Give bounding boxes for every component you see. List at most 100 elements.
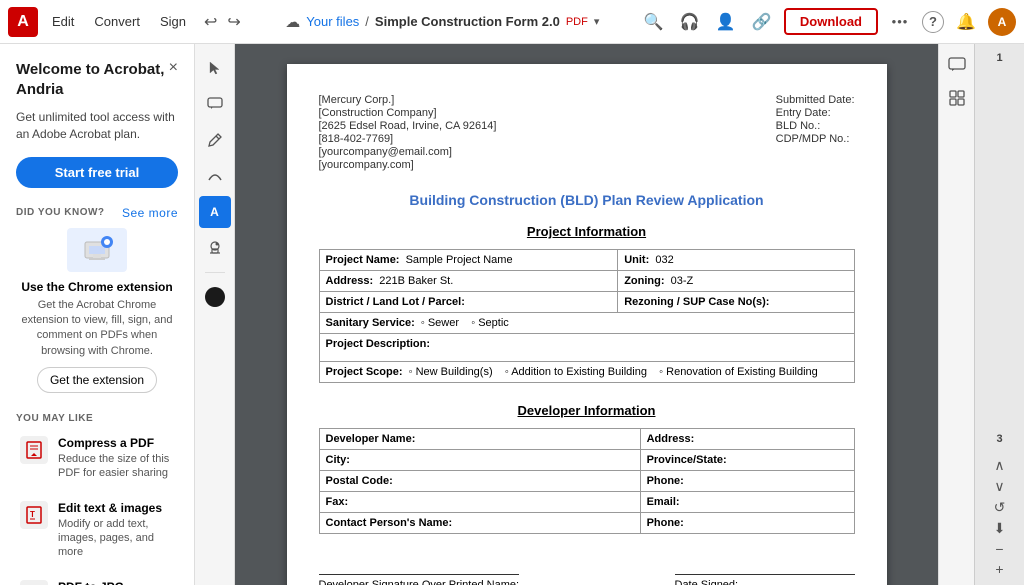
right-comment-button[interactable] bbox=[943, 52, 971, 80]
chrome-ext-image bbox=[67, 228, 127, 272]
tool-edit-text[interactable]: T Edit text & images Modify or add text,… bbox=[16, 497, 178, 564]
filetype-badge: PDF bbox=[566, 16, 588, 28]
panel-close-button[interactable]: × bbox=[169, 60, 178, 76]
see-more-link[interactable]: See more bbox=[122, 206, 178, 220]
refresh-button[interactable]: ↺ bbox=[994, 499, 1006, 516]
tool-compress[interactable]: Compress a PDF Reduce the size of this P… bbox=[16, 432, 178, 485]
undo-redo-group: ↩ ↪ bbox=[200, 10, 245, 34]
project-section-title: Project Information bbox=[319, 224, 855, 239]
download-button[interactable]: Download bbox=[784, 8, 878, 35]
link-button[interactable]: 🔗 bbox=[748, 8, 776, 36]
comment-tool-button[interactable] bbox=[199, 88, 231, 120]
submission-info: Submitted Date: Entry Date: BLD No.: CDP… bbox=[776, 94, 855, 172]
welcome-panel: Welcome to Acrobat, Andria × Get unlimit… bbox=[0, 44, 195, 585]
table-row: Project Description: bbox=[319, 334, 854, 362]
pdf-header: [Mercury Corp.] [Construction Company] [… bbox=[319, 94, 855, 172]
table-row: City: Province/State: bbox=[319, 450, 854, 471]
edit-text-icon: T bbox=[20, 501, 48, 529]
file-breadcrumb: ☁ Your files / Simple Construction Form … bbox=[285, 13, 599, 31]
table-row: Postal Code: Phone: bbox=[319, 471, 854, 492]
avatar[interactable]: A bbox=[988, 8, 1016, 36]
company-line-1: [Mercury Corp.] bbox=[319, 94, 497, 106]
right-icon-panel bbox=[938, 44, 974, 585]
fill-sign-tool-button[interactable]: A bbox=[199, 196, 231, 228]
undo-button[interactable]: ↩ bbox=[200, 10, 221, 34]
table-row: Fax: Email: bbox=[319, 492, 854, 513]
table-row: Project Scope: ◦ New Building(s) ◦ Addit… bbox=[319, 362, 854, 383]
edit-desc: Modify or add text, images, pages, and m… bbox=[58, 517, 174, 560]
menu-sign[interactable]: Sign bbox=[152, 10, 194, 33]
main-area: Welcome to Acrobat, Andria × Get unlimit… bbox=[0, 44, 1024, 585]
pen-tool-button[interactable] bbox=[199, 124, 231, 156]
compress-icon bbox=[20, 436, 48, 464]
your-files-link[interactable]: Your files bbox=[306, 14, 359, 29]
page-3-number[interactable]: 3 bbox=[996, 433, 1002, 445]
svg-text:T: T bbox=[30, 510, 35, 519]
menu-bar: Edit Convert Sign bbox=[44, 10, 194, 33]
company-line-4: [818-402-7769] bbox=[319, 133, 497, 145]
zoom-in-button[interactable]: + bbox=[995, 561, 1003, 577]
tool-icons-bar: A bbox=[195, 44, 235, 585]
pdfjpg-name: PDF to JPG bbox=[58, 580, 174, 585]
notification-button[interactable]: 🔔 bbox=[952, 8, 980, 36]
pdf-jpg-icon bbox=[20, 580, 48, 585]
menu-edit[interactable]: Edit bbox=[44, 10, 82, 33]
pdf-viewer[interactable]: [Mercury Corp.] [Construction Company] [… bbox=[235, 44, 938, 585]
did-you-know-header: DID YOU KNOW? See more bbox=[16, 206, 178, 220]
chrome-extension-box: Use the Chrome extension Get the Acrobat… bbox=[16, 228, 178, 394]
developer-table: Developer Name: Address: City: Province/… bbox=[319, 428, 855, 534]
you-may-like-header: YOU MAY LIKE bbox=[16, 413, 178, 424]
scroll-down-button[interactable]: ∨ bbox=[994, 478, 1004, 495]
chrome-ext-description: Get the Acrobat Chrome extension to view… bbox=[16, 298, 178, 360]
panel-header: Welcome to Acrobat, Andria × bbox=[16, 60, 178, 99]
headphone-button[interactable]: 🎧 bbox=[676, 8, 704, 36]
submitted-date: Submitted Date: bbox=[776, 94, 855, 106]
chrome-ext-title: Use the Chrome extension bbox=[16, 280, 178, 294]
get-extension-button[interactable]: Get the extension bbox=[37, 367, 157, 393]
company-line-6: [yourcompany.com] bbox=[319, 159, 497, 171]
table-row: Sanitary Service: ◦ Sewer ◦ Septic bbox=[319, 313, 854, 334]
search-button[interactable]: 🔍 bbox=[640, 8, 668, 36]
pdf-page: [Mercury Corp.] [Construction Company] [… bbox=[287, 64, 887, 585]
zoom-out-button[interactable]: − bbox=[995, 541, 1003, 557]
save-button[interactable]: ⬇ bbox=[994, 520, 1006, 537]
entry-date: Entry Date: bbox=[776, 107, 855, 119]
menu-convert[interactable]: Convert bbox=[86, 10, 148, 33]
table-row: Contact Person's Name: Phone: bbox=[319, 513, 854, 534]
help-button[interactable]: ? bbox=[922, 11, 944, 33]
developer-section-title: Developer Information bbox=[319, 403, 855, 418]
company-line-3: [2625 Edsel Road, Irvine, CA 92614] bbox=[319, 120, 497, 132]
redo-button[interactable]: ↪ bbox=[223, 10, 244, 34]
panel-title: Welcome to Acrobat, Andria bbox=[16, 60, 178, 99]
toolbar-separator bbox=[205, 272, 225, 273]
more-button[interactable]: ••• bbox=[886, 8, 914, 36]
curve-tool-button[interactable] bbox=[199, 160, 231, 192]
breadcrumb-sep: / bbox=[365, 14, 369, 29]
tool-pdf-jpg[interactable]: PDF to JPG Convert this PDF to JPG or ot… bbox=[16, 576, 178, 585]
project-table: Project Name: Sample Project Name Unit: … bbox=[319, 249, 855, 383]
developer-signature: Developer Signature Over Printed Name: bbox=[319, 554, 520, 585]
right-grid-button[interactable] bbox=[943, 84, 971, 112]
signature-line: Developer Signature Over Printed Name: bbox=[319, 574, 520, 585]
edit-name: Edit text & images bbox=[58, 501, 174, 515]
filetype-dropdown-icon[interactable]: ▾ bbox=[594, 15, 600, 28]
page-1-number[interactable]: 1 bbox=[996, 52, 1002, 64]
circle-tool-button[interactable] bbox=[199, 281, 231, 313]
table-row: Project Name: Sample Project Name Unit: … bbox=[319, 250, 854, 271]
compress-desc: Reduce the size of this PDF for easier s… bbox=[58, 452, 174, 481]
company-line-2: [Construction Company] bbox=[319, 107, 497, 119]
table-row: District / Land Lot / Parcel: Rezoning /… bbox=[319, 292, 854, 313]
stamp-tool-button[interactable] bbox=[199, 232, 231, 264]
cloud-icon: ☁ bbox=[285, 13, 300, 31]
table-row: Address: 221B Baker St. Zoning: 03-Z bbox=[319, 271, 854, 292]
scroll-up-button[interactable]: ∧ bbox=[994, 457, 1004, 474]
page-thumbnails-panel: 1 3 ∧ ∨ ↺ ⬇ − + bbox=[974, 44, 1024, 585]
select-tool-button[interactable] bbox=[199, 52, 231, 84]
compress-name: Compress a PDF bbox=[58, 436, 174, 450]
filename-label: Simple Construction Form 2.0 bbox=[375, 14, 560, 29]
start-trial-button[interactable]: Start free trial bbox=[16, 157, 178, 188]
date-signed: Date Signed: bbox=[675, 554, 855, 585]
cdp-no: CDP/MDP No.: bbox=[776, 133, 855, 145]
person-button[interactable]: 👤 bbox=[712, 8, 740, 36]
pdf-main-title: Building Construction (BLD) Plan Review … bbox=[319, 192, 855, 208]
